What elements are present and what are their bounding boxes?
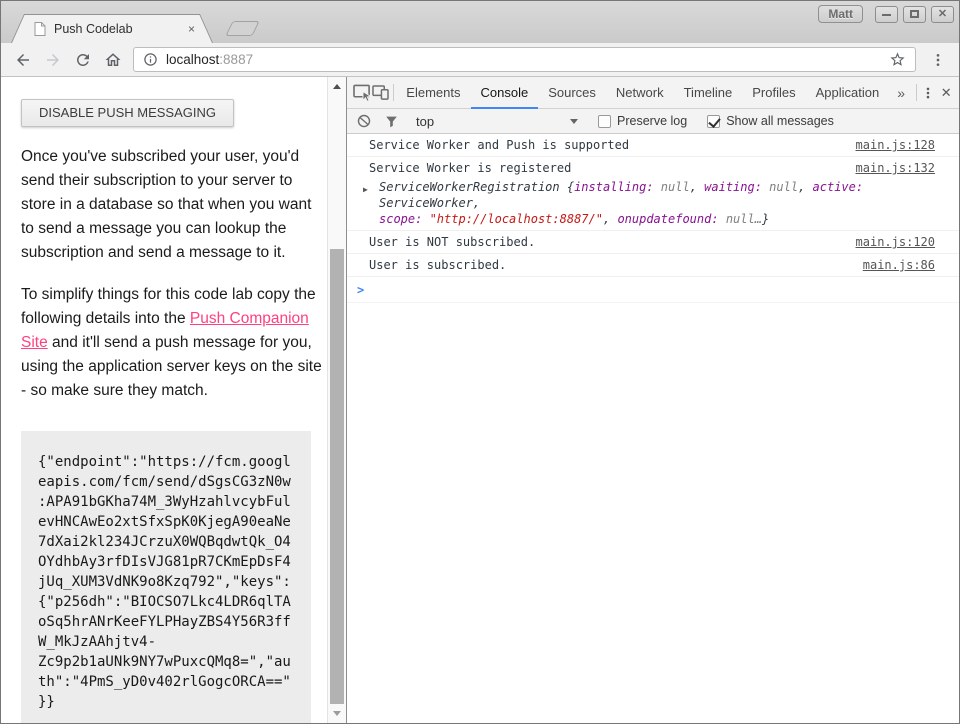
object-preview: ServiceWorkerRegistration {installing: n… [379, 180, 863, 226]
inspect-element-button[interactable] [353, 77, 372, 108]
clear-console-button[interactable] [357, 114, 371, 128]
paragraph-companion: To simplify things for this code lab cop… [21, 283, 324, 403]
title-bar: Push Codelab × Matt ✕ [1, 1, 959, 43]
funnel-icon [385, 115, 398, 128]
device-toolbar-button[interactable] [372, 77, 390, 108]
tab-elements[interactable]: Elements [396, 77, 470, 108]
back-button[interactable] [9, 46, 36, 73]
devtools-tabbar: Elements Console Sources Network Timelin… [347, 77, 959, 109]
devtools-close-button[interactable]: ✕ [937, 77, 955, 108]
home-button[interactable] [99, 46, 126, 73]
paragraph-companion-after: and it'll send a push message for you, u… [21, 334, 322, 399]
console-messages: Service Worker and Push is supported mai… [347, 134, 959, 723]
forward-button[interactable] [39, 46, 66, 73]
new-tab-button[interactable] [225, 21, 259, 36]
tab-application[interactable]: Application [806, 77, 890, 108]
tab-console[interactable]: Console [471, 77, 539, 108]
source-link[interactable]: main.js:128 [856, 138, 935, 153]
tab-title: Push Codelab [54, 22, 180, 36]
browser-menu-button[interactable] [925, 46, 951, 73]
window-minimize-button[interactable] [875, 6, 898, 23]
toolbar-separator [916, 84, 917, 101]
tab-profiles[interactable]: Profiles [742, 77, 805, 108]
tab-timeline[interactable]: Timeline [674, 77, 743, 108]
object-preview-row[interactable]: ▶ ServiceWorkerRegistration {installing:… [369, 179, 935, 227]
inspect-cursor-icon [353, 84, 372, 101]
prompt-chevron-icon: > [357, 283, 364, 297]
forward-arrow-icon [44, 51, 62, 69]
reload-button[interactable] [69, 46, 96, 73]
url-host: localhost [166, 52, 219, 67]
browser-window: Push Codelab × Matt ✕ localhost:8887 [0, 0, 960, 724]
expand-triangle-icon[interactable]: ▶ [363, 182, 368, 198]
show-all-checkbox[interactable] [707, 115, 720, 128]
tab-sources[interactable]: Sources [538, 77, 606, 108]
profile-chip[interactable]: Matt [818, 5, 863, 23]
browser-toolbar: localhost:8887 [1, 43, 959, 77]
bookmark-star-icon[interactable] [889, 51, 906, 68]
context-label: top [416, 114, 434, 129]
subscription-json-code: {"endpoint":"https://fcm.googl eapis.com… [21, 431, 311, 723]
source-link[interactable]: main.js:132 [856, 161, 935, 176]
paragraph-subscription: Once you've subscribed your user, you'd … [21, 145, 324, 265]
devtools-panel: Elements Console Sources Network Timelin… [346, 77, 959, 723]
preserve-log-label: Preserve log [617, 114, 687, 128]
show-all-checkbox-group[interactable]: Show all messages [707, 114, 834, 128]
kebab-menu-icon [921, 86, 935, 100]
source-link[interactable]: main.js:120 [856, 235, 935, 250]
preserve-log-checkbox[interactable] [598, 115, 611, 128]
console-message-text: User is NOT subscribed. [369, 235, 844, 250]
chevron-down-icon [570, 119, 578, 124]
window-close-button[interactable]: ✕ [931, 6, 954, 23]
source-link[interactable]: main.js:86 [863, 258, 935, 273]
reload-icon [74, 51, 92, 69]
more-tabs-button[interactable]: » [889, 77, 913, 108]
scrollbar-down-arrow-icon[interactable] [333, 711, 341, 716]
console-message-row: Service Worker and Push is supported mai… [347, 134, 959, 157]
disable-push-button[interactable]: DISABLE PUSH MESSAGING [21, 99, 234, 127]
tab-close-icon[interactable]: × [188, 22, 195, 36]
page-info-icon[interactable] [143, 52, 158, 67]
scrollbar-up-arrow-icon[interactable] [333, 84, 341, 89]
console-message-text: Service Worker and Push is supported [369, 138, 844, 153]
device-toolbar-icon [372, 85, 389, 100]
block-icon [357, 114, 371, 128]
show-all-label: Show all messages [726, 114, 834, 128]
console-toolbar: top Preserve log Show all messages [347, 109, 959, 134]
scrollbar-thumb[interactable] [330, 249, 344, 704]
toolbar-separator [393, 84, 394, 101]
console-message-text: Service Worker is registered [369, 161, 844, 176]
preserve-log-checkbox-group[interactable]: Preserve log [598, 114, 687, 128]
url-port: :8887 [219, 52, 253, 67]
filter-button[interactable] [385, 115, 398, 128]
minimize-icon [882, 14, 891, 16]
maximize-icon [910, 10, 919, 18]
browser-tab[interactable]: Push Codelab × [11, 14, 213, 43]
console-message-row: Service Worker is registered main.js:132… [347, 157, 959, 231]
close-icon: ✕ [938, 9, 947, 20]
console-message-text: User is subscribed. [369, 258, 851, 273]
devtools-menu-button[interactable] [920, 77, 938, 108]
page-pane: DISABLE PUSH MESSAGING Once you've subsc… [1, 77, 346, 723]
execution-context-selector[interactable]: top [416, 114, 578, 129]
tab-network[interactable]: Network [606, 77, 674, 108]
address-bar[interactable]: localhost:8887 [133, 47, 916, 72]
page-favicon-icon [34, 22, 46, 36]
console-prompt[interactable]: > [347, 277, 959, 303]
home-icon [104, 51, 122, 69]
kebab-menu-icon [930, 52, 946, 68]
window-maximize-button[interactable] [903, 6, 926, 23]
console-message-row: User is NOT subscribed. main.js:120 [347, 231, 959, 254]
console-message-row: User is subscribed. main.js:86 [347, 254, 959, 277]
page-scrollbar[interactable] [327, 77, 346, 723]
back-arrow-icon [14, 51, 32, 69]
